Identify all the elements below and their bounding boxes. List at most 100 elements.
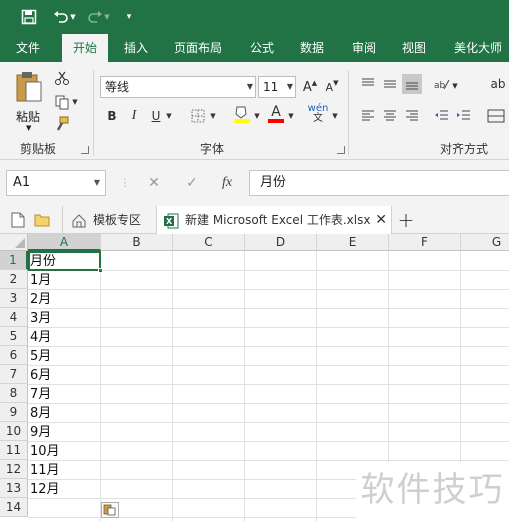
enter-icon[interactable]: ✓	[181, 172, 203, 194]
align-middle-icon[interactable]	[380, 74, 400, 94]
phonetic-guide-button[interactable]: wén 文	[306, 104, 330, 124]
tab-data[interactable]: 数据	[294, 34, 330, 62]
close-tab-icon[interactable]: ✕	[375, 206, 387, 234]
row-header[interactable]: 12	[0, 460, 28, 479]
customize-qat-icon[interactable]: ▾	[118, 6, 140, 28]
tab-insert[interactable]: 插入	[118, 34, 154, 62]
row-header[interactable]: 2	[0, 270, 28, 289]
cell-a13[interactable]: 12月	[30, 480, 60, 499]
align-center-icon[interactable]	[380, 106, 400, 126]
open-folder-icon[interactable]	[32, 210, 52, 230]
cell-a5[interactable]: 4月	[30, 328, 51, 347]
fill-handle[interactable]	[98, 268, 103, 273]
column-header[interactable]: D	[245, 234, 317, 251]
row-header[interactable]: 11	[0, 441, 28, 460]
copy-dropdown-icon[interactable]: ▼	[70, 92, 80, 112]
tab-home[interactable]: 开始	[62, 34, 108, 62]
align-top-icon[interactable]	[358, 74, 378, 94]
increase-font-size-button[interactable]: A ▲	[300, 77, 320, 97]
tab-file[interactable]: 文件	[10, 34, 46, 62]
font-size-select[interactable]: 11 ▼	[258, 76, 296, 98]
row-header[interactable]: 5	[0, 327, 28, 346]
borders-icon[interactable]	[188, 106, 208, 126]
align-left-icon[interactable]	[358, 106, 378, 126]
tab-review[interactable]: 审阅	[346, 34, 382, 62]
font-color-button[interactable]: A	[266, 104, 286, 124]
name-box-value: A1	[13, 175, 31, 190]
wrap-text-button[interactable]: ab	[488, 74, 508, 94]
chevron-down-icon: ▼	[93, 178, 100, 187]
cell-a9[interactable]: 8月	[30, 404, 51, 423]
cell-a8[interactable]: 7月	[30, 385, 51, 404]
row-header[interactable]: 3	[0, 289, 28, 308]
clipboard-launcher-icon[interactable]	[81, 146, 89, 154]
paste-button[interactable]: 粘贴 ▼	[12, 68, 46, 134]
save-icon[interactable]	[18, 6, 40, 28]
fill-color-icon[interactable]	[232, 104, 252, 124]
tab-view[interactable]: 视图	[396, 34, 432, 62]
row-header[interactable]: 1	[0, 251, 28, 270]
undo-dropdown-icon[interactable]: ▼	[68, 6, 78, 28]
worksheet-grid[interactable]: A B C D E F G 1 2 3 4 5 6 7 8 9 10 11 12…	[0, 234, 509, 522]
row-header[interactable]: 14	[0, 498, 28, 517]
increase-indent-icon[interactable]	[454, 106, 474, 126]
align-bottom-icon[interactable]	[402, 74, 422, 94]
copy-icon[interactable]	[52, 92, 72, 112]
borders-dropdown-icon[interactable]: ▼	[208, 106, 218, 126]
cell-a4[interactable]: 3月	[30, 309, 51, 328]
column-header[interactable]: A	[28, 234, 101, 251]
cancel-icon[interactable]: ✕	[143, 172, 165, 194]
paste-options-icon[interactable]	[101, 502, 119, 518]
bold-button[interactable]: B	[102, 106, 122, 126]
decrease-font-size-button[interactable]: A ▼	[322, 77, 342, 97]
row-header[interactable]: 13	[0, 479, 28, 498]
row-header[interactable]: 8	[0, 384, 28, 403]
select-all-corner[interactable]	[0, 234, 28, 251]
column-header[interactable]: G	[461, 234, 509, 251]
column-header[interactable]: E	[317, 234, 389, 251]
phonetic-dropdown-icon[interactable]: ▼	[330, 106, 340, 126]
font-name-select[interactable]: 等线 ▼	[100, 76, 256, 98]
cell-a7[interactable]: 6月	[30, 366, 51, 385]
new-file-icon[interactable]	[8, 210, 28, 230]
column-header[interactable]: F	[389, 234, 461, 251]
font-color-dropdown-icon[interactable]: ▼	[286, 106, 296, 126]
cell-a2[interactable]: 1月	[30, 271, 51, 290]
font-color-glyph: A	[271, 104, 281, 120]
merge-center-icon[interactable]	[486, 106, 506, 126]
row-header[interactable]: 10	[0, 422, 28, 441]
cut-icon[interactable]	[52, 68, 72, 88]
cell-a3[interactable]: 2月	[30, 290, 51, 309]
cell-a10[interactable]: 9月	[30, 423, 51, 442]
format-painter-icon[interactable]	[52, 114, 72, 134]
new-tab-icon[interactable]: +	[396, 208, 416, 232]
tab-page-layout[interactable]: 页面布局	[168, 34, 228, 62]
align-right-icon[interactable]	[402, 106, 422, 126]
cell-a12[interactable]: 11月	[30, 461, 60, 480]
cell-a11[interactable]: 10月	[30, 442, 60, 461]
orientation-dropdown-icon[interactable]: ▼	[450, 76, 460, 96]
underline-button[interactable]: U	[146, 106, 166, 126]
formula-input[interactable]: 月份	[249, 170, 509, 196]
row-header[interactable]: 6	[0, 346, 28, 365]
redo-dropdown-icon[interactable]: ▼	[102, 6, 112, 28]
fill-color-dropdown-icon[interactable]: ▼	[252, 106, 262, 126]
workbook-tab[interactable]: X 新建 Microsoft Excel 工作表.xlsx ✕	[156, 206, 392, 234]
column-header[interactable]: B	[101, 234, 173, 251]
name-box[interactable]: A1 ▼	[6, 170, 106, 196]
orientation-icon[interactable]: ab	[432, 74, 452, 94]
grid-line	[244, 251, 245, 522]
insert-function-icon[interactable]: fx	[216, 172, 238, 194]
italic-button[interactable]: I	[124, 106, 144, 126]
tab-formulas[interactable]: 公式	[244, 34, 280, 62]
column-header[interactable]: C	[173, 234, 245, 251]
underline-dropdown-icon[interactable]: ▼	[164, 106, 174, 126]
decrease-indent-icon[interactable]	[432, 106, 452, 126]
row-header[interactable]: 9	[0, 403, 28, 422]
cell-a6[interactable]: 5月	[30, 347, 51, 366]
tab-beautify[interactable]: 美化大师	[448, 34, 508, 62]
row-header[interactable]: 4	[0, 308, 28, 327]
row-header[interactable]: 7	[0, 365, 28, 384]
font-launcher-icon[interactable]	[337, 146, 345, 154]
template-tab[interactable]: 模板专区	[62, 206, 154, 234]
